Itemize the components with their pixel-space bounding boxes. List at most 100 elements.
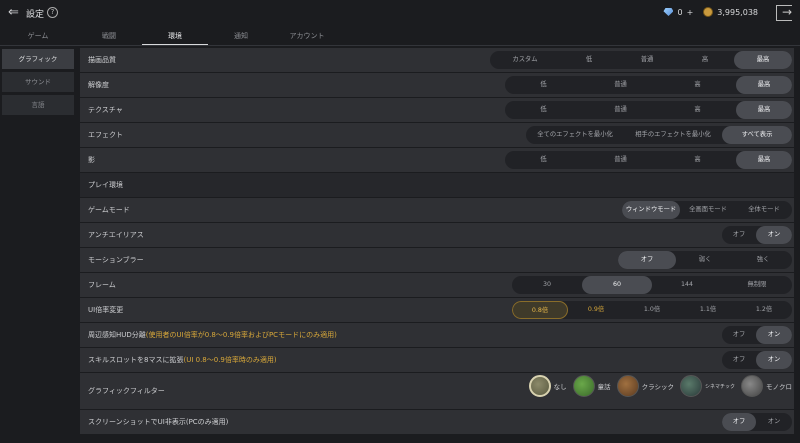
- segmented-control: 0.8倍 0.9倍 1.0倍 1.1倍 1.2倍: [512, 301, 792, 319]
- setting-label: 周辺感知HUD分離(使用者のUI倍率が0.8～0.9倍率およびPCモードにのみ適…: [88, 330, 337, 340]
- segmented-control: オフ オン: [722, 413, 792, 431]
- tab-bar: ゲーム 戦闘 環境 通知 アカウント: [0, 26, 800, 46]
- option-button[interactable]: 1.1倍: [680, 301, 736, 319]
- option-button[interactable]: 強く: [734, 251, 792, 269]
- setting-label: フレーム: [88, 280, 116, 290]
- option-button[interactable]: 普通: [618, 51, 676, 69]
- settings-row: エフェクト 全てのエフェクトを最小化 相手のエフェクトを最小化 すべて表示: [80, 123, 794, 147]
- option-button[interactable]: 1.0倍: [624, 301, 680, 319]
- setting-label: モーションブラー: [88, 255, 144, 265]
- sidebar-item-sound[interactable]: サウンド: [2, 72, 74, 92]
- tab-notification[interactable]: 通知: [208, 26, 274, 46]
- option-button[interactable]: 相手のエフェクトを最小化: [624, 126, 722, 144]
- option-button[interactable]: オフ: [618, 251, 676, 269]
- setting-note: (UI 0.8～0.9倍率時のみ適用): [183, 356, 277, 364]
- segmented-control: オフ 弱く 強く: [618, 251, 792, 269]
- option-button[interactable]: 0.8倍: [512, 301, 568, 319]
- settings-row: モーションブラー オフ 弱く 強く: [80, 248, 794, 272]
- settings-list: 描画品質 カスタム低普通高最高 解像度低普通高最高 テクスチャ低普通高最高 エフェクト全…: [80, 48, 794, 443]
- option-button[interactable]: 最高: [736, 101, 792, 119]
- filter-option[interactable]: なし: [528, 375, 567, 397]
- option-button[interactable]: 普通: [582, 76, 659, 94]
- setting-label-text: フレーム: [88, 281, 116, 289]
- option-button[interactable]: 60: [582, 276, 652, 294]
- filter-thumbnail-icon: [679, 375, 702, 397]
- option-button[interactable]: オフ: [722, 413, 756, 431]
- option-button[interactable]: 低: [505, 76, 582, 94]
- settings-row: ゲームモード ウィンドウモード 全画面モード 全体モード: [80, 198, 794, 222]
- option-button[interactable]: 低: [560, 51, 618, 69]
- segmented-control: オフ オン: [722, 326, 792, 344]
- option-button[interactable]: 高: [659, 101, 736, 119]
- sidebar-item-graphics[interactable]: グラフィック: [2, 49, 74, 69]
- filter-thumbnail-icon: [528, 375, 551, 397]
- settings-row: 影 低普通高最高: [80, 148, 794, 172]
- option-button[interactable]: 全体モード: [736, 201, 792, 219]
- option-button[interactable]: 無制限: [722, 276, 792, 294]
- option-button[interactable]: 高: [659, 76, 736, 94]
- setting-label-text: エフェクト: [88, 131, 123, 139]
- option-button[interactable]: 低: [505, 101, 582, 119]
- sidebar-item-language[interactable]: 言語: [2, 95, 74, 115]
- segmented-control: カスタム低普通高最高: [490, 51, 792, 69]
- tab-battle[interactable]: 戦闘: [76, 26, 142, 46]
- back-icon[interactable]: ⇐: [8, 6, 22, 20]
- help-icon[interactable]: ?: [47, 7, 58, 18]
- filter-label: なし: [553, 383, 567, 391]
- settings-row: グラフィックフィルター なし 童話 クラシック シネマチック モノクロ: [80, 373, 794, 409]
- currency-display: 0 + 3,995,038: [663, 7, 758, 17]
- setting-note: (使用者のUI倍率が0.8～0.9倍率およびPCモードにのみ適用): [145, 331, 337, 339]
- filter-option[interactable]: シネマチック: [679, 375, 735, 397]
- option-button[interactable]: オン: [756, 326, 792, 344]
- gold-count: 3,995,038: [717, 7, 758, 17]
- option-button[interactable]: 低: [505, 151, 582, 169]
- gem-count: 0: [677, 7, 683, 17]
- setting-label: アンチエイリアス: [88, 230, 144, 240]
- option-button[interactable]: 全てのエフェクトを最小化: [526, 126, 624, 144]
- option-button[interactable]: 30: [512, 276, 582, 294]
- option-button[interactable]: 普通: [582, 101, 659, 119]
- settings-row: テクスチャ 低普通高最高: [80, 98, 794, 122]
- filter-selector: なし 童話 クラシック シネマチック モノクロ: [528, 375, 792, 397]
- option-button[interactable]: オフ: [722, 351, 756, 369]
- option-button[interactable]: 弱く: [676, 251, 734, 269]
- tab-game[interactable]: ゲーム: [0, 26, 76, 46]
- option-button[interactable]: 最高: [736, 76, 792, 94]
- option-button[interactable]: オフ: [722, 326, 756, 344]
- option-button[interactable]: 高: [676, 51, 734, 69]
- filter-thumbnail-icon: [572, 375, 595, 397]
- option-button[interactable]: ウィンドウモード: [622, 201, 680, 219]
- option-button[interactable]: 最高: [736, 151, 792, 169]
- option-button[interactable]: 1.2倍: [736, 301, 792, 319]
- option-button[interactable]: 0.9倍: [568, 301, 624, 319]
- option-button[interactable]: 全画面モード: [680, 201, 736, 219]
- option-button[interactable]: オン: [756, 413, 792, 431]
- option-button[interactable]: 普通: [582, 151, 659, 169]
- option-button[interactable]: オフ: [722, 226, 756, 244]
- setting-label-text: グラフィックフィルター: [88, 387, 165, 395]
- exit-icon[interactable]: [776, 5, 792, 21]
- setting-label-text: テクスチャ: [88, 106, 123, 114]
- segmented-control: 30 60 144 無制限: [512, 276, 792, 294]
- option-button[interactable]: カスタム: [490, 51, 560, 69]
- section-title: プレイ環境: [88, 180, 123, 190]
- option-button[interactable]: オン: [756, 351, 792, 369]
- settings-row: 描画品質 カスタム低普通高最高: [80, 48, 794, 72]
- tab-account[interactable]: アカウント: [274, 26, 340, 46]
- filter-option[interactable]: モノクロ: [741, 375, 792, 397]
- setting-label: ゲームモード: [88, 205, 130, 215]
- setting-label: 解像度: [88, 80, 109, 90]
- add-gem-button[interactable]: +: [687, 8, 694, 17]
- segmented-control: ウィンドウモード 全画面モード 全体モード: [622, 201, 792, 219]
- setting-label: テクスチャ: [88, 105, 123, 115]
- option-button[interactable]: 最高: [734, 51, 792, 69]
- filter-option[interactable]: 童話: [572, 375, 611, 397]
- option-button[interactable]: 144: [652, 276, 722, 294]
- filter-thumbnail-icon: [616, 375, 639, 397]
- filter-option[interactable]: クラシック: [616, 375, 674, 397]
- option-button[interactable]: オン: [756, 226, 792, 244]
- option-button[interactable]: すべて表示: [722, 126, 792, 144]
- setting-label: 影: [88, 155, 95, 165]
- tab-environment[interactable]: 環境: [142, 26, 208, 46]
- option-button[interactable]: 高: [659, 151, 736, 169]
